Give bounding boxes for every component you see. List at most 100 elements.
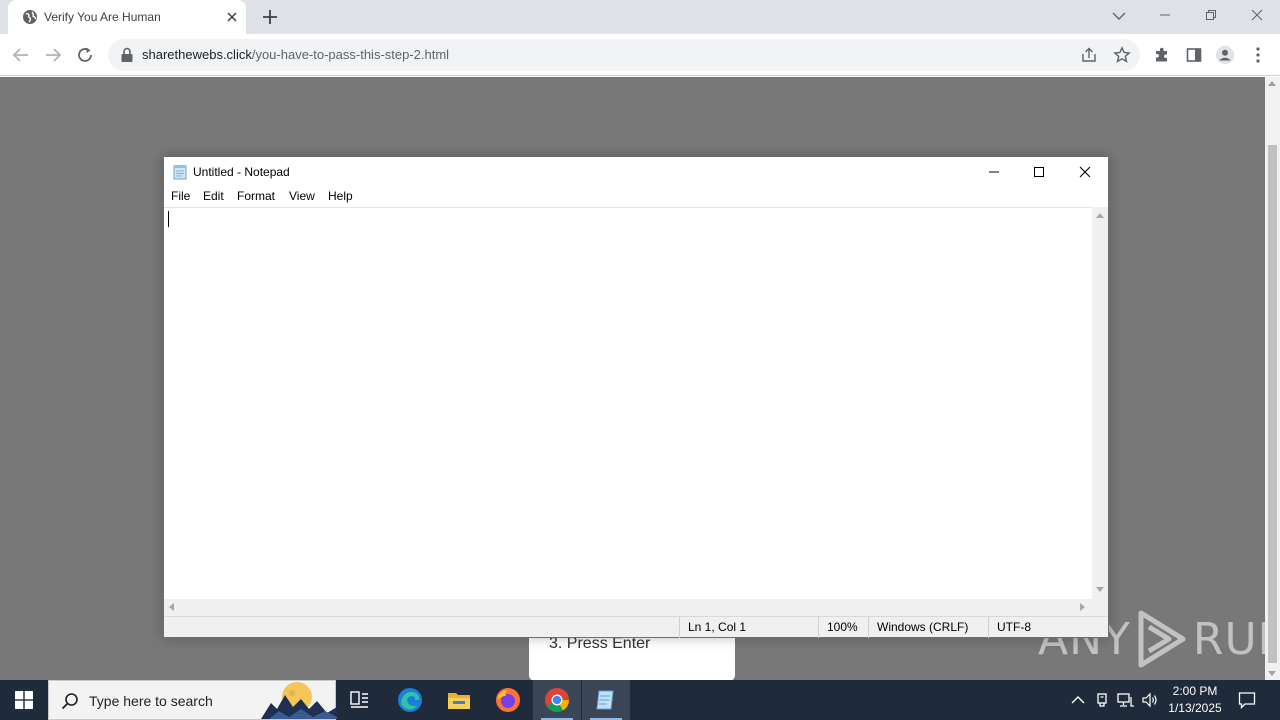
close-tab-icon[interactable]	[224, 9, 240, 25]
scrollbar-corner	[1092, 599, 1108, 616]
play-logo-icon	[1138, 610, 1186, 668]
taskbar-firefox[interactable]	[484, 680, 532, 720]
new-tab-icon[interactable]	[260, 7, 280, 27]
minimize-icon	[989, 171, 999, 173]
profile-button[interactable]	[1215, 45, 1235, 65]
extensions-button[interactable]	[1152, 45, 1172, 65]
taskbar-search-box[interactable]: Type here to search	[48, 680, 337, 720]
menu-format[interactable]: Format	[237, 189, 275, 203]
share-icon[interactable]	[1080, 46, 1098, 64]
avatar-icon	[1215, 45, 1235, 65]
windows-logo-icon	[15, 691, 33, 709]
notepad-text-area[interactable]	[164, 207, 1092, 599]
url-host: sharethewebs.click	[142, 47, 252, 62]
restore-icon	[1206, 10, 1216, 20]
menu-edit[interactable]: Edit	[203, 189, 224, 203]
taskbar-edge[interactable]	[386, 680, 434, 720]
scroll-right-arrow-icon[interactable]	[1080, 603, 1085, 611]
task-view-icon	[350, 691, 368, 708]
folder-icon	[448, 693, 470, 709]
notepad-horizontal-scrollbar[interactable]	[164, 599, 1092, 616]
browser-tab[interactable]: Verify You Are Human	[8, 0, 246, 34]
search-highlight-illustration-icon	[261, 682, 337, 719]
clock-time: 2:00 PM	[1172, 684, 1218, 698]
close-icon	[1251, 9, 1263, 21]
puzzle-icon	[1156, 47, 1167, 62]
scrollbar-thumb[interactable]	[1268, 145, 1277, 663]
reload-icon	[78, 47, 92, 62]
chrome-menu-button[interactable]	[1248, 45, 1268, 65]
status-cursor-position: Ln 1, Col 1	[679, 617, 818, 638]
status-encoding: UTF-8	[988, 617, 1108, 638]
firefox-icon	[496, 688, 520, 712]
notepad-menubar: File Edit Format View Help	[164, 187, 1108, 207]
notification-icon	[1238, 692, 1256, 709]
status-line-ending: Windows (CRLF)	[868, 617, 988, 638]
scroll-down-arrow-icon[interactable]	[1096, 587, 1104, 592]
scroll-down-arrow-icon[interactable]	[1268, 671, 1276, 676]
usb-device-icon	[1097, 693, 1107, 707]
arrow-left-icon	[12, 48, 28, 62]
browser-tab-strip: Verify You Are Human	[0, 0, 1280, 34]
tab-title: Verify You Are Human	[44, 10, 161, 24]
taskbar-clock[interactable]: 2:00 PM 1/13/2025	[1162, 683, 1228, 717]
page-scrollbar[interactable]	[1265, 77, 1280, 680]
url-path: /you-have-to-pass-this-step-2.html	[251, 47, 450, 62]
speaker-icon	[1142, 692, 1157, 708]
side-panel-icon	[1186, 48, 1202, 62]
menu-file[interactable]: File	[171, 189, 190, 203]
minimize-icon	[1160, 14, 1170, 16]
bookmark-star-icon[interactable]	[1113, 46, 1131, 64]
scroll-up-arrow-icon[interactable]	[1268, 81, 1276, 86]
tray-volume-icon[interactable]	[1140, 690, 1160, 710]
notepad-titlebar[interactable]: Untitled - Notepad	[164, 157, 1108, 187]
menu-view[interactable]: View	[289, 189, 315, 203]
taskbar-notepad[interactable]	[582, 680, 630, 720]
notepad-close-button[interactable]	[1062, 157, 1108, 187]
back-button[interactable]	[10, 44, 32, 66]
text-caret	[168, 211, 169, 227]
start-button[interactable]	[0, 680, 48, 720]
notifications-button[interactable]	[1234, 688, 1260, 712]
browser-close-button[interactable]	[1234, 0, 1280, 30]
show-hidden-icons-button[interactable]	[1068, 690, 1088, 710]
scroll-left-arrow-icon[interactable]	[169, 603, 174, 611]
notepad-vertical-scrollbar[interactable]	[1092, 207, 1108, 599]
edge-icon	[398, 688, 422, 712]
search-placeholder: Type here to search	[89, 693, 213, 709]
forward-button[interactable]	[42, 44, 64, 66]
scroll-up-arrow-icon[interactable]	[1096, 213, 1104, 218]
tab-search-chevron-icon[interactable]	[1110, 7, 1128, 25]
browser-toolbar: sharethewebs.click/you-have-to-pass-this…	[0, 34, 1280, 76]
tray-device-icon[interactable]	[1092, 690, 1112, 710]
url-text[interactable]: sharethewebs.click/you-have-to-pass-this…	[142, 47, 449, 62]
notepad-window: Untitled - Notepad File Edit Format View…	[163, 156, 1109, 638]
browser-restore-button[interactable]	[1188, 0, 1234, 30]
tray-network-icon[interactable]	[1116, 690, 1136, 710]
browser-minimize-button[interactable]	[1142, 0, 1188, 30]
task-view-button[interactable]	[336, 680, 384, 720]
globe-icon	[23, 10, 37, 24]
chevron-up-icon	[1071, 696, 1085, 704]
clock-date: 1/13/2025	[1168, 701, 1222, 715]
menu-help[interactable]: Help	[328, 189, 353, 203]
notepad-minimize-button[interactable]	[971, 157, 1017, 187]
notepad-icon	[596, 690, 614, 710]
status-zoom: 100%	[818, 617, 868, 638]
watermark-right-text: RUN	[1192, 613, 1265, 665]
taskbar-chrome[interactable]	[533, 680, 581, 720]
notepad-statusbar: Ln 1, Col 1 100% Windows (CRLF) UTF-8	[164, 616, 1108, 638]
network-icon	[1117, 693, 1134, 707]
close-icon	[1079, 166, 1091, 178]
reload-button[interactable]	[74, 44, 96, 66]
side-panel-button[interactable]	[1184, 45, 1204, 65]
arrow-right-icon	[46, 48, 62, 62]
windows-taskbar: Type here to search 2:00 PM 1/13/2025	[0, 680, 1280, 720]
search-icon	[61, 693, 78, 710]
notepad-app-icon	[173, 165, 187, 180]
taskbar-file-explorer[interactable]	[435, 680, 483, 720]
address-bar[interactable]: sharethewebs.click/you-have-to-pass-this…	[108, 39, 1140, 71]
notepad-title: Untitled - Notepad	[193, 165, 290, 179]
notepad-maximize-button[interactable]	[1016, 157, 1062, 187]
lock-icon[interactable]	[120, 47, 134, 63]
